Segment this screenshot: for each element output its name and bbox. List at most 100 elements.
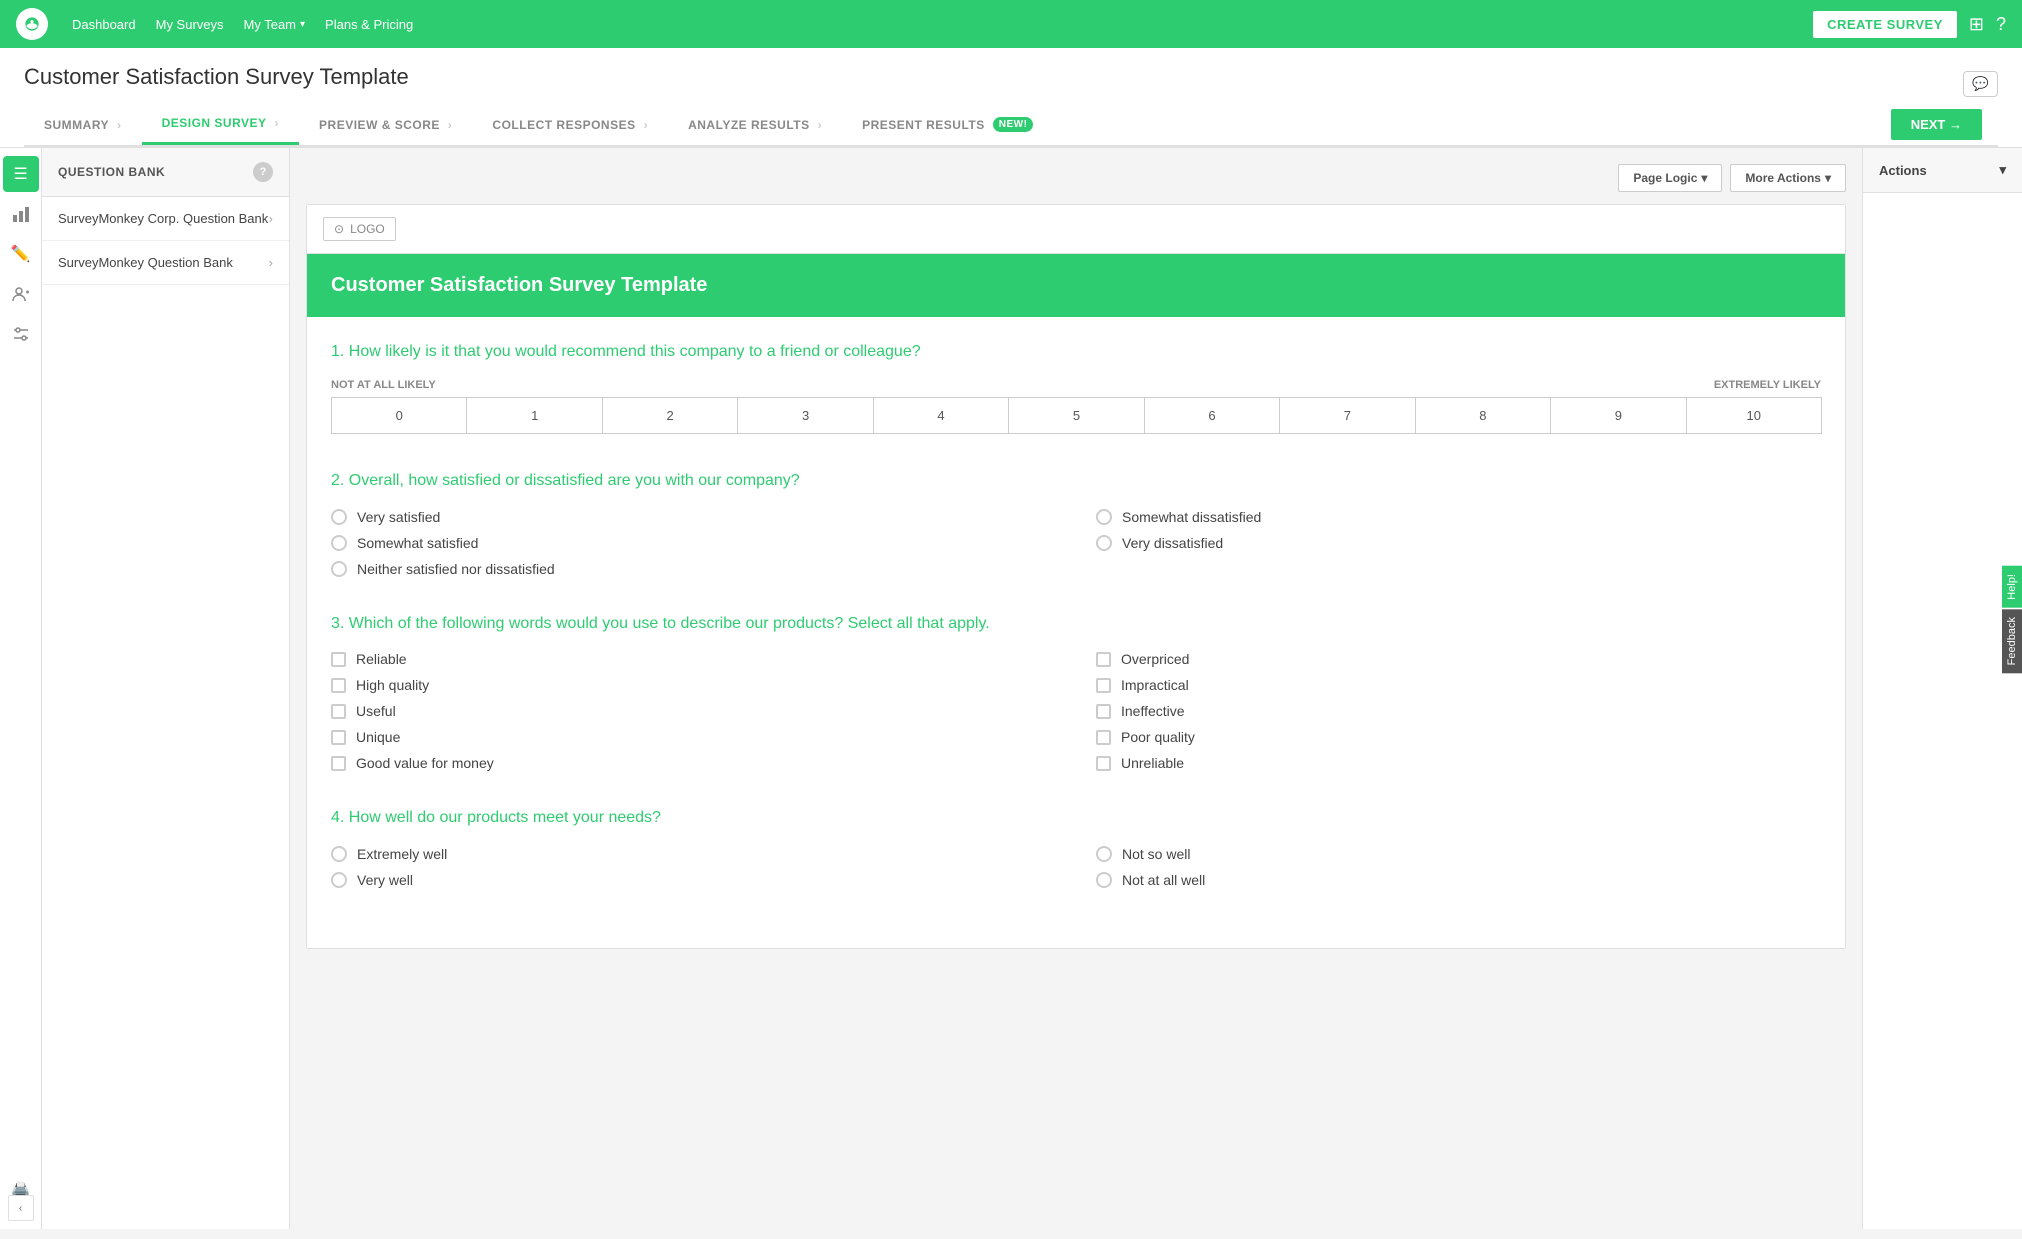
nav-links: Dashboard My Surveys My Team▾ Plans & Pr… [72,17,1789,32]
checkbox-sq-8 [1096,730,1111,745]
tab-summary[interactable]: SUMMARY › [24,106,142,144]
radio-circle-4 [1096,535,1112,551]
question-4-options: Extremely well Not so well Very well [331,846,1821,888]
tab-arrow-4: › [644,118,649,132]
question-2-options: Very satisfied Somewhat dissatisfied Som… [331,509,1821,577]
sidebar-edit-icon[interactable]: ✏️ [3,236,39,272]
checkbox-ineffective[interactable]: Ineffective [1096,703,1821,719]
nps-scale[interactable]: 0 1 2 3 4 5 6 7 8 9 10 [331,397,1821,434]
question-3: 3. Which of the following words would yo… [331,613,1821,771]
checkbox-reliable[interactable]: Reliable [331,651,1056,667]
logo-placeholder[interactable]: ⊙ LOGO [323,217,396,241]
next-button[interactable]: NEXT → [1891,109,1982,140]
checkbox-overpriced[interactable]: Overpriced [1096,651,1821,667]
checkbox-sq-9 [331,756,346,771]
chevron-down-icon: ▾ [1701,171,1707,185]
survey-toolbar: Page Logic ▾ More Actions ▾ [306,164,1846,192]
radio-option-somewhat-satisfied[interactable]: Somewhat satisfied [331,535,1056,551]
question-bank-help[interactable]: ? [253,162,273,182]
tab-preview-score[interactable]: PREVIEW & SCORE › [299,106,472,144]
comment-icon-button[interactable]: 💬 [1963,71,1998,97]
checkbox-sq-4 [1096,678,1111,693]
tab-arrow-2: › [275,116,280,130]
radio-circle-8 [331,872,347,888]
sidebar-question-bank-icon[interactable]: ☰ [3,156,39,192]
radio-circle-3 [331,535,347,551]
page-logic-button[interactable]: Page Logic ▾ [1618,164,1722,192]
sidebar-icons: ☰ ✏️ 🖨️ ‹ [0,148,42,1229]
radio-option-very-satisfied[interactable]: Very satisfied [331,509,1056,525]
chevron-down-icon-3: ▾ [1999,162,2006,178]
nav-dashboard[interactable]: Dashboard [72,17,136,32]
tab-collect-responses[interactable]: COLLECT RESPONSES › [472,106,668,144]
radio-circle [331,509,347,525]
radio-extremely-well[interactable]: Extremely well [331,846,1056,862]
question-3-text: 3. Which of the following words would yo… [331,613,1821,635]
sidebar-sliders-icon[interactable] [3,316,39,352]
question-4-text: 4. How well do our products meet your ne… [331,807,1821,829]
nps-cell-9[interactable]: 9 [1550,397,1686,434]
actions-sidebar: Actions ▾ [1862,148,2022,1229]
radio-circle-2 [1096,509,1112,525]
radio-circle-9 [1096,872,1112,888]
sidebar-analytics-icon[interactable] [3,196,39,232]
radio-option-neither[interactable]: Neither satisfied nor dissatisfied [331,561,1056,577]
top-nav: Dashboard My Surveys My Team▾ Plans & Pr… [0,0,2022,48]
radio-option-somewhat-dissatisfied[interactable]: Somewhat dissatisfied [1096,509,1821,525]
survey-body: 1. How likely is it that you would recom… [307,317,1845,948]
radio-option-very-dissatisfied[interactable]: Very dissatisfied [1096,535,1821,551]
tab-arrow-3: › [448,118,453,132]
nps-cell-3[interactable]: 3 [737,397,873,434]
question-bank-title: QUESTION BANK [58,165,165,179]
nps-cell-4[interactable]: 4 [873,397,1009,434]
checkbox-unique[interactable]: Unique [331,729,1056,745]
nav-plans-pricing[interactable]: Plans & Pricing [325,17,413,32]
tab-design-survey[interactable]: DESIGN SURVEY › [142,104,299,145]
logo[interactable] [16,8,48,40]
survey-content: Page Logic ▾ More Actions ▾ ⊙ LOGO Custo… [290,148,1862,1229]
nps-cell-10[interactable]: 10 [1686,397,1822,434]
tab-bar: SUMMARY › DESIGN SURVEY › PREVIEW & SCOR… [24,104,1998,147]
chevron-down-icon-2: ▾ [1825,171,1831,185]
sidebar-add-users-icon[interactable] [3,276,39,312]
help-icon-button[interactable]: ? [1996,14,2006,35]
radio-circle-5 [331,561,347,577]
nps-cell-2[interactable]: 2 [602,397,738,434]
question-2-text: 2. Overall, how satisfied or dissatisfie… [331,470,1821,492]
qb-item-corp[interactable]: SurveyMonkey Corp. Question Bank › [42,197,289,241]
nps-cell-1[interactable]: 1 [466,397,602,434]
question-1: 1. How likely is it that you would recom… [331,341,1821,434]
checkbox-poor-quality[interactable]: Poor quality [1096,729,1821,745]
help-edge-button[interactable]: Help! [2002,566,2022,608]
nps-cell-6[interactable]: 6 [1144,397,1280,434]
checkbox-impractical[interactable]: Impractical [1096,677,1821,693]
nps-cell-0[interactable]: 0 [331,397,467,434]
checkbox-useful[interactable]: Useful [331,703,1056,719]
feedback-edge-button[interactable]: Feedback [2002,609,2022,673]
survey-card: ⊙ LOGO Customer Satisfaction Survey Temp… [306,204,1846,949]
radio-not-so-well[interactable]: Not so well [1096,846,1821,862]
page-title: Customer Satisfaction Survey Template [24,64,409,90]
right-edge-buttons: Help! Feedback [2002,566,2022,674]
nav-my-surveys[interactable]: My Surveys [156,17,224,32]
radio-very-well[interactable]: Very well [331,872,1056,888]
nps-cell-8[interactable]: 8 [1415,397,1551,434]
checkbox-sq-3 [331,678,346,693]
checkbox-unreliable[interactable]: Unreliable [1096,755,1821,771]
nav-right: CREATE SURVEY ⊞ ? [1813,11,2006,38]
checkbox-high-quality[interactable]: High quality [331,677,1056,693]
grid-icon-button[interactable]: ⊞ [1969,14,1984,35]
question-4: 4. How well do our products meet your ne… [331,807,1821,887]
nav-my-team[interactable]: My Team▾ [244,17,306,32]
more-actions-button[interactable]: More Actions ▾ [1730,164,1846,192]
tab-analyze-results[interactable]: ANALYZE RESULTS › [668,106,842,144]
radio-not-at-all-well[interactable]: Not at all well [1096,872,1821,888]
survey-header-banner: Customer Satisfaction Survey Template [307,254,1845,317]
create-survey-button[interactable]: CREATE SURVEY [1813,11,1957,38]
sidebar-collapse-button[interactable]: ‹ [8,1195,34,1221]
nps-cell-5[interactable]: 5 [1008,397,1144,434]
tab-present-results[interactable]: PRESENT RESULTS NEW! [842,105,1053,144]
qb-item-sm[interactable]: SurveyMonkey Question Bank › [42,241,289,285]
nps-cell-7[interactable]: 7 [1279,397,1415,434]
checkbox-good-value[interactable]: Good value for money [331,755,1056,771]
